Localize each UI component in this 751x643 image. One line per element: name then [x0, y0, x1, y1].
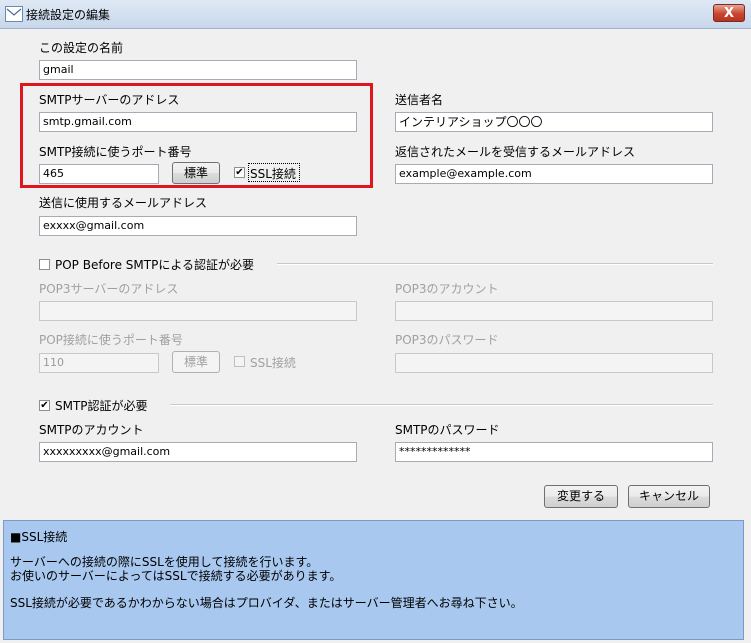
- close-button[interactable]: X: [713, 4, 745, 22]
- pop-port-label: POP接続に使うポート番号: [39, 333, 183, 347]
- reply-email-input[interactable]: example@example.com: [395, 164, 713, 184]
- pop-port-default-button[interactable]: 標準: [172, 351, 220, 373]
- pop3-account-label: POP3のアカウント: [395, 282, 499, 296]
- help-line-2: お使いのサーバーによってはSSLで接続する必要があります。: [10, 569, 342, 583]
- pop-group-divider: [277, 263, 713, 265]
- smtp-account-label: SMTPのアカウント: [39, 423, 144, 437]
- smtp-password-input[interactable]: *************: [395, 442, 713, 462]
- window-title: 接続設定の編集: [26, 8, 111, 22]
- mail-icon: [5, 6, 23, 22]
- setting-name-label: この設定の名前: [39, 41, 124, 55]
- pop-ssl-label[interactable]: SSL接続: [250, 354, 296, 371]
- reply-email-label: 返信されたメールを受信するメールアドレス: [395, 145, 636, 159]
- pop3-password-label: POP3のパスワード: [395, 333, 499, 347]
- cancel-button[interactable]: キャンセル: [628, 485, 710, 508]
- smtp-account-input[interactable]: xxxxxxxxx@gmail.com: [39, 442, 357, 462]
- title-bar: [0, 0, 751, 29]
- highlight-box: [20, 83, 373, 188]
- help-title: ■SSL接続: [10, 530, 68, 544]
- sender-name-input[interactable]: インテリアショップ〇〇〇: [395, 112, 713, 132]
- setting-name-input[interactable]: gmail: [39, 60, 357, 80]
- sender-name-label: 送信者名: [395, 93, 444, 107]
- pop3-password-input[interactable]: [395, 353, 713, 373]
- pop-port-input[interactable]: 110: [39, 353, 159, 373]
- help-line-3: SSL接続が必要であるかわからない場合はプロバイダ、またはサーバー管理者へお尋ね…: [10, 596, 523, 610]
- pop-ssl-checkbox[interactable]: [234, 356, 245, 367]
- smtp-auth-label[interactable]: SMTP認証が必要: [55, 397, 148, 414]
- sender-email-label: 送信に使用するメールアドレス: [39, 196, 208, 210]
- smtp-auth-checkbox[interactable]: ✔: [39, 400, 50, 411]
- pop-before-smtp-label[interactable]: POP Before SMTPによる認証が必要: [55, 256, 254, 273]
- ok-button[interactable]: 変更する: [544, 485, 618, 508]
- smtp-password-label: SMTPのパスワード: [395, 423, 500, 437]
- smtp-auth-divider: [170, 404, 713, 406]
- sender-email-input[interactable]: exxxx@gmail.com: [39, 216, 357, 236]
- pop3-server-input[interactable]: [39, 301, 357, 321]
- pop-before-smtp-checkbox[interactable]: [39, 259, 50, 270]
- pop3-server-label: POP3サーバーのアドレス: [39, 282, 179, 296]
- pop3-account-input[interactable]: [395, 301, 713, 321]
